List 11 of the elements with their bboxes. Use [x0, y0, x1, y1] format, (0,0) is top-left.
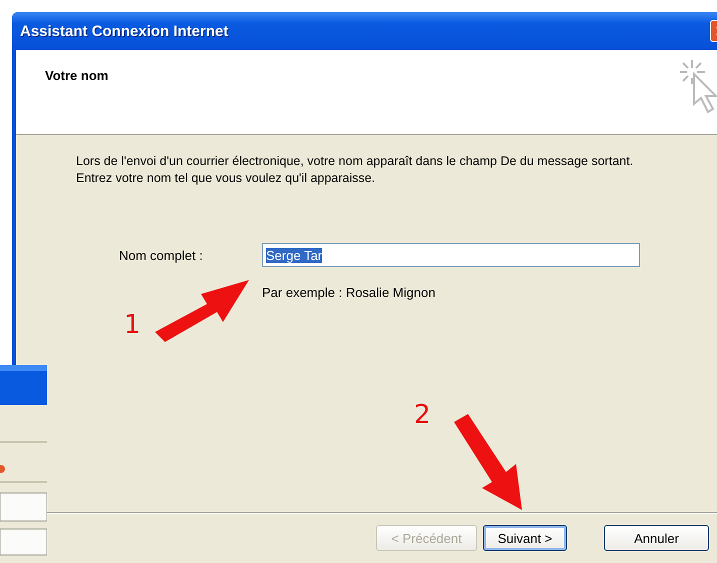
step-number: 2 [414, 400, 431, 430]
description-text: Lors de l'envoi d'un courrier électronique, votre nom apparaît dans le champ De du message sortant. Entrez votre nom tel que vous voulez qu'il apparaisse. [76, 153, 634, 187]
field-value: Serge Tar [266, 248, 322, 262]
name-input-field[interactable]: Serge Tar [262, 243, 640, 267]
wizard-button[interactable]: Suivant > [483, 525, 567, 551]
window-title: Assistant Connexion Internet [20, 22, 228, 40]
example-hint: Par exemple : Rosalie Mignon [262, 285, 436, 300]
page-heading: Votre nom [45, 68, 108, 85]
field-label: Nom complet : [119, 248, 204, 262]
wizard-button[interactable]: Annuler [604, 525, 709, 551]
step-number: 1 [124, 310, 141, 340]
